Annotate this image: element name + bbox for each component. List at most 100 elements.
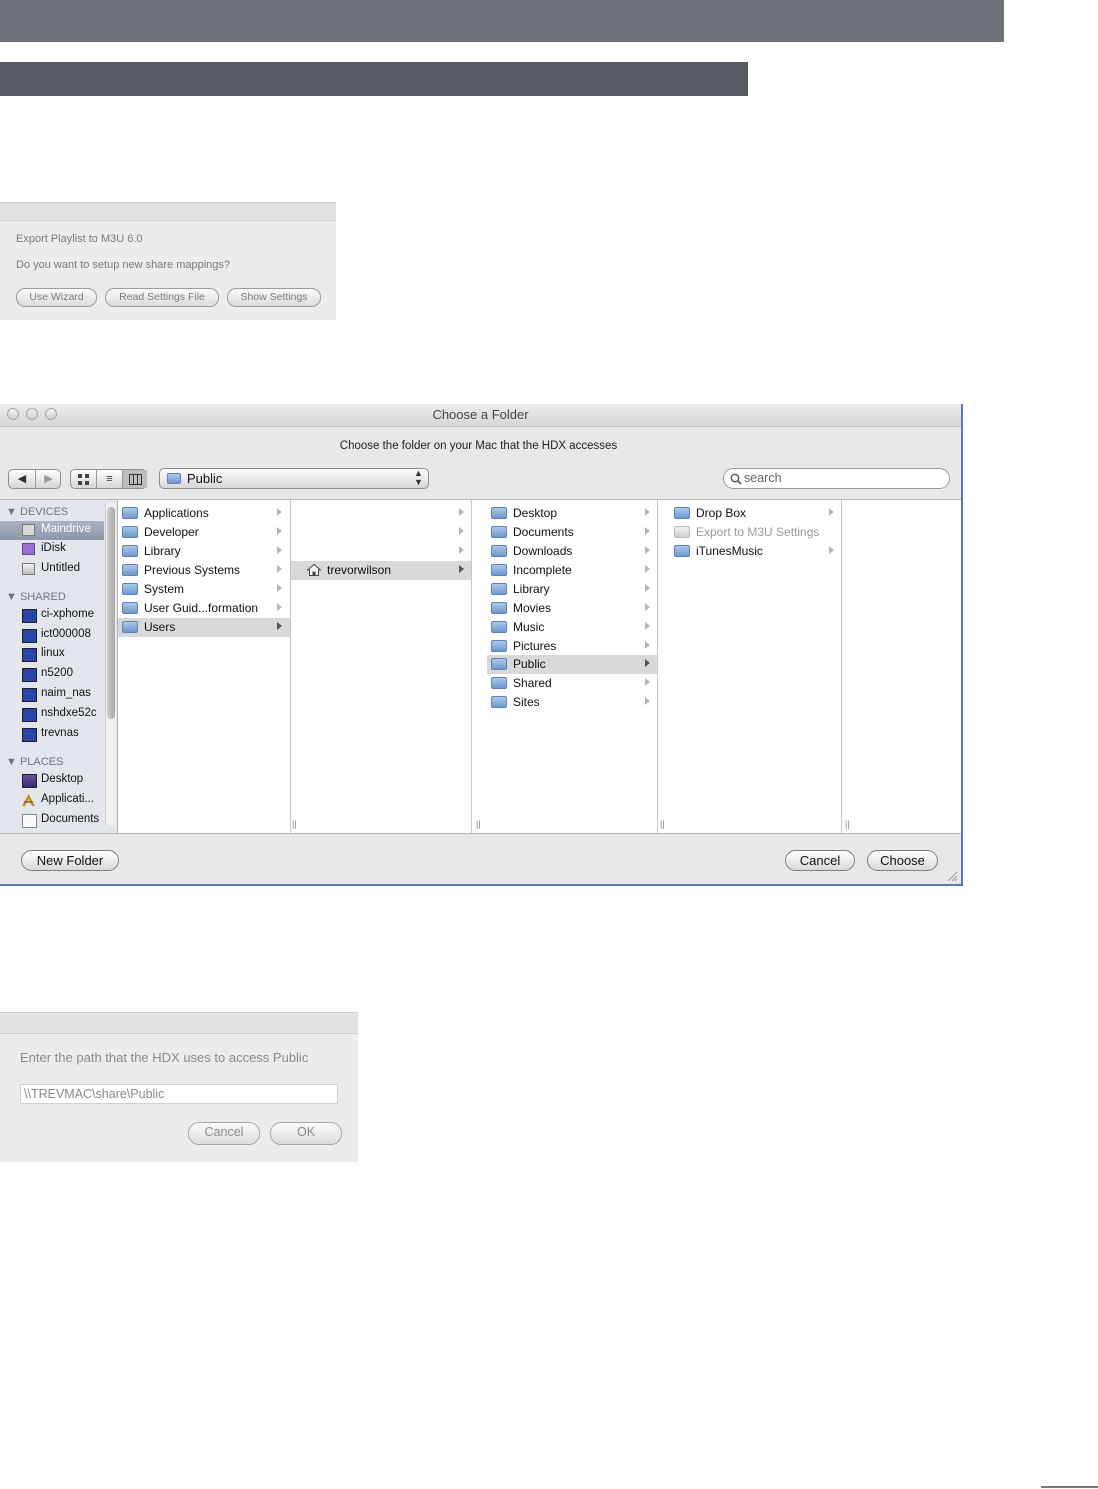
show-settings-button[interactable]: Show Settings xyxy=(227,288,321,307)
shared-header[interactable]: ▼ SHARED xyxy=(6,591,66,603)
home-icon xyxy=(307,564,321,576)
devices-header[interactable]: ▼ DEVICES xyxy=(6,506,68,518)
folder-icon xyxy=(674,507,690,519)
chevron-right-icon xyxy=(277,584,282,592)
chevron-right-icon xyxy=(459,508,464,516)
sidebar-item-linux[interactable]: linux xyxy=(0,645,104,664)
search-placeholder: search xyxy=(744,471,782,485)
dialog-title-strip xyxy=(0,1013,358,1034)
list-item-downloads[interactable]: Downloads xyxy=(487,542,657,561)
list-item-shared[interactable]: Shared xyxy=(487,674,657,693)
new-folder-button[interactable]: New Folder xyxy=(21,850,119,871)
chevron-right-icon xyxy=(829,546,834,554)
cancel-button[interactable]: Cancel xyxy=(188,1122,260,1145)
column-resize-handle[interactable]: || xyxy=(292,819,297,829)
resize-grip-icon[interactable] xyxy=(946,870,958,882)
document-icon xyxy=(22,814,37,828)
sidebar-item-nshdxe52c[interactable]: nshdxe52c xyxy=(0,705,104,724)
path-prompt: Enter the path that the HDX uses to acce… xyxy=(20,1050,309,1065)
list-item-library[interactable]: Library xyxy=(487,580,657,599)
chevron-right-icon xyxy=(645,508,650,516)
sidebar-item-trevnas[interactable]: trevnas xyxy=(0,725,104,744)
folder-icon xyxy=(491,602,507,614)
sidebar-item-maindrive[interactable]: Maindrive xyxy=(0,521,104,540)
list-item-documents[interactable]: Documents xyxy=(487,523,657,542)
popup-stepper-icon: ▲ ▼ xyxy=(414,468,423,487)
choose-folder-dialog: Choose a Folder Choose the folder on you… xyxy=(0,404,963,886)
ok-button[interactable]: OK xyxy=(270,1122,342,1145)
chevron-right-icon xyxy=(829,508,834,516)
view-mode-control: ≡ xyxy=(70,469,147,489)
sidebar-item-ict000008[interactable]: ict000008 xyxy=(0,626,104,645)
column-view-icon[interactable] xyxy=(123,470,147,488)
file-icon xyxy=(674,526,690,538)
chevron-right-icon xyxy=(277,565,282,573)
sidebar-item-desktop[interactable]: Desktop xyxy=(0,771,104,790)
computer-icon xyxy=(22,708,37,722)
path-input[interactable]: \\TREVMAC\share\Public xyxy=(20,1084,338,1104)
cancel-button[interactable]: Cancel xyxy=(785,850,855,871)
list-item-applications[interactable]: Applications xyxy=(118,504,290,523)
sidebar-scroll-thumb[interactable] xyxy=(107,507,115,719)
list-item-trevorwilson[interactable]: trevorwilson xyxy=(291,561,471,580)
chevron-right-icon xyxy=(645,678,650,686)
sidebar-item-documents[interactable]: Documents xyxy=(0,811,104,830)
places-header[interactable]: ▼ PLACES xyxy=(6,756,63,768)
list-item-sites[interactable]: Sites xyxy=(487,693,657,712)
use-wizard-button[interactable]: Use Wizard xyxy=(16,288,97,307)
column-resize-handle[interactable]: || xyxy=(660,819,665,829)
sidebar-item-naim-nas[interactable]: naim_nas xyxy=(0,685,104,704)
chevron-right-icon xyxy=(277,546,282,554)
folder-icon xyxy=(674,545,690,557)
sidebar-scrollbar[interactable] xyxy=(105,503,116,825)
chevron-right-icon xyxy=(645,622,650,630)
column-2-arrow-row xyxy=(291,542,471,561)
forward-arrow-icon[interactable]: ▶ xyxy=(36,470,61,488)
list-item-developer[interactable]: Developer xyxy=(118,523,290,542)
column-resize-handle[interactable]: || xyxy=(845,819,850,829)
search-field[interactable]: search xyxy=(723,468,950,489)
column-resize-handle[interactable]: || xyxy=(476,819,481,829)
file-browser: ▼ DEVICES Maindrive iDisk Untitled ▼ SHA… xyxy=(0,499,961,834)
computer-icon xyxy=(22,668,37,682)
search-icon xyxy=(730,473,742,485)
window-title: Choose a Folder xyxy=(432,407,529,422)
read-settings-file-button[interactable]: Read Settings File xyxy=(105,288,219,307)
chevron-right-icon xyxy=(459,565,464,573)
list-item-library[interactable]: Library xyxy=(118,542,290,561)
path-popup[interactable]: Public ▲ ▼ xyxy=(159,468,429,489)
sidebar-item-ci-xphome[interactable]: ci-xphome xyxy=(0,606,104,625)
list-item-pictures[interactable]: Pictures xyxy=(487,637,657,656)
export-playlist-dialog: Export Playlist to M3U 6.0 Do you want t… xyxy=(0,202,336,320)
folder-icon xyxy=(491,564,507,576)
chevron-right-icon xyxy=(459,527,464,535)
desktop-icon xyxy=(22,774,37,788)
idisk-icon xyxy=(22,543,35,555)
list-view-icon[interactable]: ≡ xyxy=(97,470,122,488)
list-item-desktop[interactable]: Desktop xyxy=(487,504,657,523)
list-item-music[interactable]: Music xyxy=(487,618,657,637)
applications-icon xyxy=(22,794,35,806)
list-item-previous-systems[interactable]: Previous Systems xyxy=(118,561,290,580)
sidebar-item-applications[interactable]: Applicati... xyxy=(0,791,104,810)
computer-icon xyxy=(22,609,37,623)
back-arrow-icon[interactable]: ◀ xyxy=(9,470,35,488)
list-item-public[interactable]: Public xyxy=(487,655,657,674)
sidebar-item-untitled[interactable]: Untitled xyxy=(0,560,104,579)
icon-view-icon[interactable] xyxy=(71,470,96,488)
sidebar-item-idisk[interactable]: iDisk xyxy=(0,540,104,559)
list-item-user-guides[interactable]: User Guid...formation xyxy=(118,599,290,618)
folder-icon xyxy=(122,583,138,595)
dialog-prompt: Choose the folder on your Mac that the H… xyxy=(339,440,618,452)
path-entry-dialog: Enter the path that the HDX uses to acce… xyxy=(0,1012,358,1162)
list-item-users[interactable]: Users xyxy=(118,618,290,637)
list-item-itunesmusic[interactable]: iTunesMusic xyxy=(670,542,841,561)
browser-column-1: Applications Developer Library Previous … xyxy=(118,500,291,833)
list-item-system[interactable]: System xyxy=(118,580,290,599)
list-item-incomplete[interactable]: Incomplete xyxy=(487,561,657,580)
list-item-drop-box[interactable]: Drop Box xyxy=(670,504,841,523)
folder-icon xyxy=(122,526,138,538)
list-item-movies[interactable]: Movies xyxy=(487,599,657,618)
choose-button[interactable]: Choose xyxy=(867,850,938,871)
sidebar-item-n5200[interactable]: n5200 xyxy=(0,665,104,684)
